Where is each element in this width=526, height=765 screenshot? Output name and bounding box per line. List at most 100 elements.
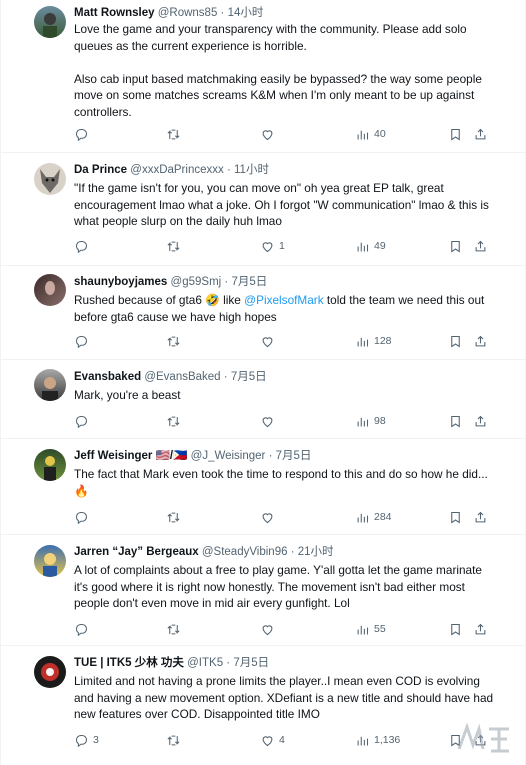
reply-button[interactable] xyxy=(74,332,93,350)
author-handle[interactable]: @g59Smj xyxy=(171,276,222,288)
author-name[interactable]: Jarren “Jay” Bergeaux xyxy=(74,546,199,558)
timestamp[interactable]: 14小时 xyxy=(228,7,264,19)
bookmark-icon xyxy=(451,335,460,347)
author-name[interactable]: shaunyboyjames xyxy=(74,276,167,288)
share-icon xyxy=(475,415,486,426)
like-icon xyxy=(262,416,273,427)
avatar[interactable] xyxy=(34,163,66,195)
avatar[interactable] xyxy=(34,449,66,481)
share-button[interactable] xyxy=(473,620,488,638)
reply-icon xyxy=(75,623,88,636)
mention-link[interactable]: @PixelsofMark xyxy=(244,293,324,307)
tweet-text: Rushed because of gta6 🤣 like @PixelsofM… xyxy=(74,292,494,325)
author-handle[interactable]: @SteadyVibin96 xyxy=(202,546,288,558)
separator-dot: · xyxy=(226,657,231,669)
retweet-button[interactable] xyxy=(166,412,181,430)
author-handle[interactable]: @Rowns85 xyxy=(158,7,218,19)
like-button[interactable]: 1 xyxy=(260,237,285,255)
reply-button[interactable] xyxy=(74,237,93,255)
avatar[interactable] xyxy=(34,545,66,577)
action-bar: 55 xyxy=(74,620,494,638)
views-button[interactable]: 98 xyxy=(355,412,386,430)
share-button[interactable] xyxy=(473,237,488,255)
author-name[interactable]: TUE | ITK5 少林 功夫 xyxy=(74,657,184,669)
views-button[interactable]: 55 xyxy=(355,620,386,638)
retweet-button[interactable] xyxy=(166,237,181,255)
author-name[interactable]: Matt Rownsley xyxy=(74,7,155,19)
action-bar: 98 xyxy=(74,412,494,430)
tweet[interactable]: Jarren “Jay” Bergeaux @SteadyVibin96 · 2… xyxy=(1,535,525,646)
views-button[interactable]: 49 xyxy=(355,237,386,255)
share-button[interactable] xyxy=(473,508,488,526)
tweet[interactable]: Evansbaked @EvansBaked · 7月5日 Mark, you'… xyxy=(1,360,525,439)
bookmark-button[interactable] xyxy=(448,332,463,350)
view-count: 128 xyxy=(374,335,392,347)
reply-button[interactable] xyxy=(74,412,93,430)
bookmark-button[interactable] xyxy=(448,237,463,255)
like-icon xyxy=(262,241,273,252)
author-handle[interactable]: @ITK5 xyxy=(187,657,223,669)
like-button[interactable]: 4 xyxy=(260,731,285,749)
like-button[interactable] xyxy=(260,125,279,143)
bookmark-button[interactable] xyxy=(448,508,463,526)
retweet-button[interactable] xyxy=(166,508,181,526)
tweet[interactable]: Matt Rownsley @Rowns85 · 14小时 Love the g… xyxy=(1,0,525,153)
like-button[interactable] xyxy=(260,620,279,638)
reply-button[interactable] xyxy=(74,620,93,638)
share-icon xyxy=(475,240,486,251)
action-bar: 3 4 1,136 xyxy=(74,731,494,749)
avatar[interactable] xyxy=(34,274,66,306)
share-button[interactable] xyxy=(473,412,488,430)
author-name[interactable]: Jeff Weisinger 🇺🇸/🇵🇭 xyxy=(74,450,187,462)
views-button[interactable]: 128 xyxy=(355,332,392,350)
tweet[interactable]: Da Prince @xxxDaPrincexxx · 11小时 "If the… xyxy=(1,153,525,266)
bookmark-button[interactable] xyxy=(448,620,463,638)
timestamp[interactable]: 11小时 xyxy=(234,164,269,176)
tweet[interactable]: Jeff Weisinger 🇺🇸/🇵🇭 @J_Weisinger · 7月5日… xyxy=(1,439,525,535)
views-button[interactable]: 40 xyxy=(355,125,386,143)
tweet[interactable]: shaunyboyjames @g59Smj · 7月5日 Rushed bec… xyxy=(1,266,525,360)
bookmark-button[interactable] xyxy=(448,412,463,430)
author-handle[interactable]: @J_Weisinger xyxy=(191,450,266,462)
tweet-text: "If the game isn't for you, you can move… xyxy=(74,181,493,228)
timestamp[interactable]: 7月5日 xyxy=(276,450,312,462)
retweet-button[interactable] xyxy=(166,731,181,749)
retweet-button[interactable] xyxy=(166,125,181,143)
retweet-button[interactable] xyxy=(166,620,181,638)
retweet-icon xyxy=(167,624,180,634)
views-icon xyxy=(357,130,369,139)
site-watermark-logo xyxy=(457,722,509,753)
like-button[interactable] xyxy=(260,508,279,526)
author-handle[interactable]: @xxxDaPrincexxx xyxy=(130,164,223,176)
views-button[interactable]: 1,136 xyxy=(355,731,400,749)
like-icon xyxy=(262,512,273,523)
share-button[interactable] xyxy=(473,125,488,143)
views-button[interactable]: 284 xyxy=(355,508,392,526)
author-handle[interactable]: @EvansBaked xyxy=(144,371,220,383)
author-name[interactable]: Evansbaked xyxy=(74,371,141,383)
like-button[interactable] xyxy=(260,412,279,430)
retweet-button[interactable] xyxy=(166,332,181,350)
retweet-icon xyxy=(167,735,180,745)
separator-dot: · xyxy=(226,164,231,176)
tweet-text-part: Rushed because of gta6 🤣 like xyxy=(74,293,245,307)
timestamp[interactable]: 7月5日 xyxy=(231,276,267,288)
share-icon xyxy=(475,511,486,522)
bookmark-button[interactable] xyxy=(448,125,463,143)
author-name[interactable]: Da Prince xyxy=(74,164,127,176)
like-button[interactable] xyxy=(260,332,279,350)
timestamp[interactable]: 21小时 xyxy=(298,546,334,558)
timestamp[interactable]: 7月5日 xyxy=(233,657,269,669)
avatar[interactable] xyxy=(34,656,66,688)
tweet-text: A lot of complaints about a free to play… xyxy=(74,563,486,610)
reply-button[interactable] xyxy=(74,508,93,526)
avatar[interactable] xyxy=(34,369,66,401)
reply-button[interactable] xyxy=(74,125,93,143)
avatar[interactable] xyxy=(34,6,66,38)
timestamp[interactable]: 7月5日 xyxy=(231,371,267,383)
views-icon xyxy=(357,242,369,251)
tweet[interactable]: TUE | ITK5 少林 功夫 @ITK5 · 7月5日 Limited an… xyxy=(1,646,525,765)
reply-count: 3 xyxy=(93,734,99,746)
reply-button[interactable]: 3 xyxy=(74,731,99,749)
share-button[interactable] xyxy=(473,332,488,350)
